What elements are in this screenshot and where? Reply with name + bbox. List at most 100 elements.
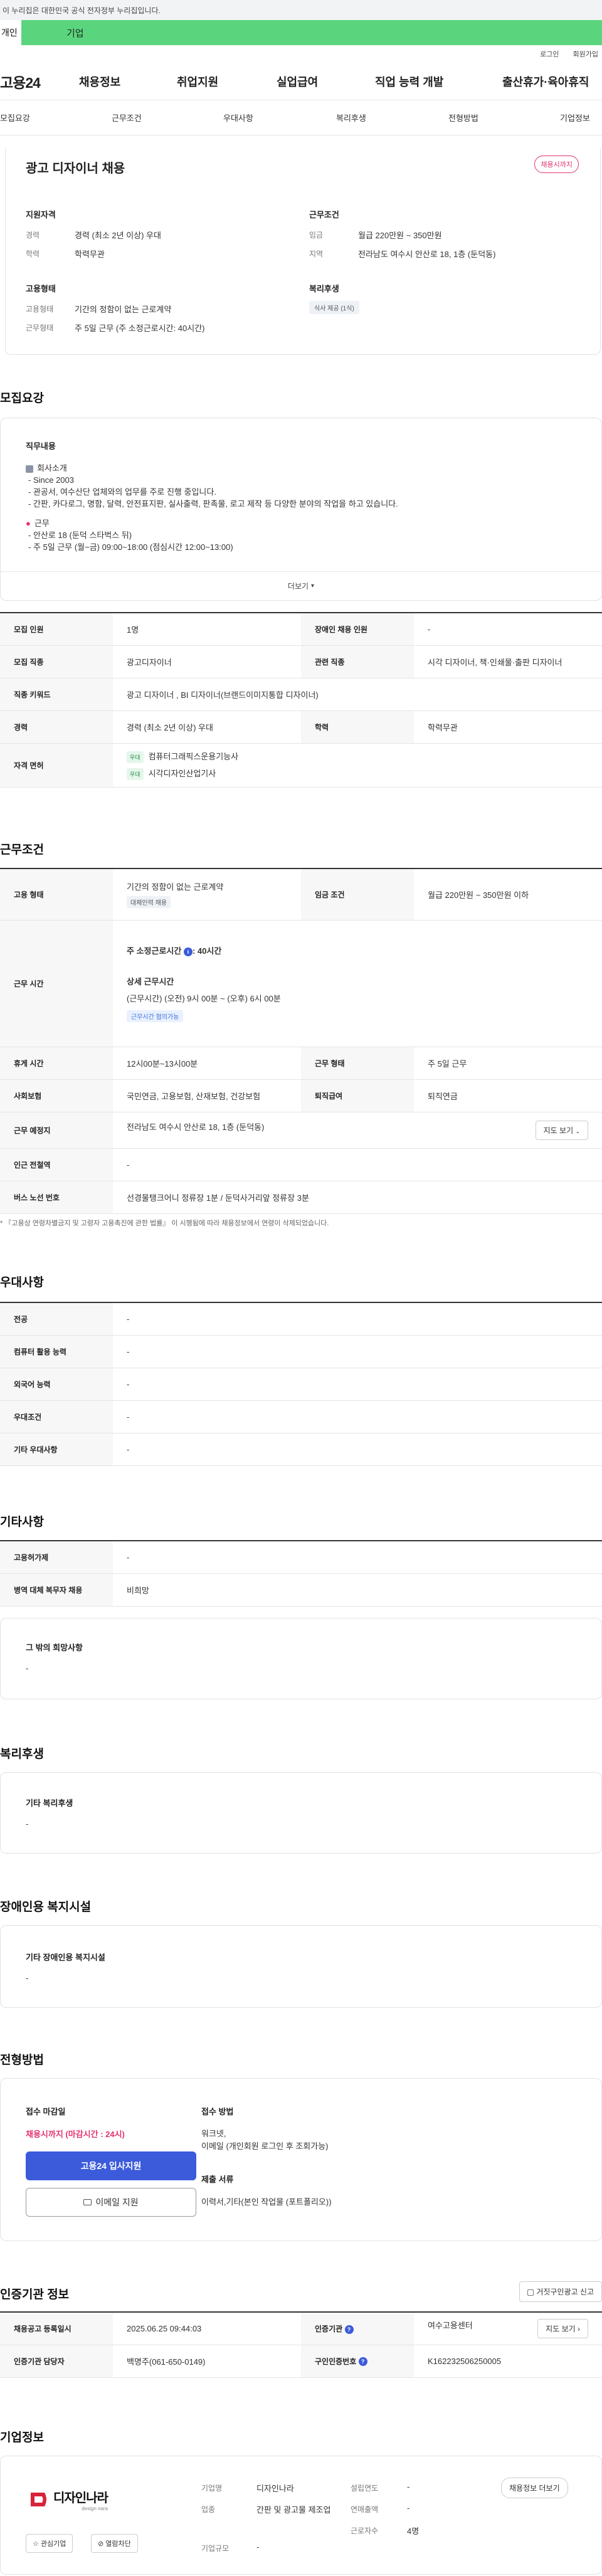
emptype-row-value: 기간의 정함이 없는 근로계약 대체인력 채용 [113, 868, 301, 921]
subnav-preference[interactable]: 우대사항 [223, 112, 253, 124]
method-head: 접수 방법 [201, 2107, 234, 2116]
gov-notice-text: 이 누리집은 대한민국 공식 전자정부 누리집입니다. [3, 6, 161, 15]
pref-label: 기타 우대사항 [0, 1433, 113, 1466]
related-value: 시각 디자이너, 책·인쇄물·출판 디자이너 [414, 645, 602, 678]
founded-label: 설립연도 [351, 2484, 379, 2493]
extra-title: 그 밖의 희망사항 [26, 1643, 83, 1652]
info-icon[interactable]: ? [358, 2357, 367, 2367]
tab-individual[interactable]: 개인 [0, 20, 21, 45]
gnb-item-job-training[interactable]: 직업 능력 개발 [375, 73, 443, 90]
report-icon [527, 2289, 534, 2296]
severance-value: 퇴직연금 [414, 1079, 602, 1112]
table-row: 인근 전철역 - [0, 1148, 602, 1181]
email-apply-button[interactable]: 이메일 지원 [26, 2188, 196, 2217]
star-icon: ☆ [33, 2540, 39, 2548]
jobs-button-label: 채용정보 더보기 [509, 2484, 560, 2493]
summary-card: 광고 디자이너 채용 채용시까지 지원자격 경력 경력 (최소 2년 이상) 우… [5, 148, 601, 355]
disabled-label: 장애인 채용 인원 [301, 613, 414, 646]
org-label: 인증기관 ? [301, 2312, 414, 2345]
wage-row-label: 임금 조건 [301, 868, 414, 921]
desc-line: - Since 2003 [28, 475, 74, 485]
emptype-value: 기간의 정함이 없는 근로계약 [75, 305, 172, 314]
table-row: 고용 형태 기간의 정함이 없는 근로계약 대체인력 채용 임금 조건 월급 2… [0, 868, 602, 921]
login-link[interactable]: 로그인 [540, 49, 559, 59]
table-row: 컴퓨터 활용 능력 - [0, 1335, 602, 1368]
table-row: 버스 노선 번호 선경물탱크어니 정류장 1분 / 둔덕사거리앞 정류장 3분 [0, 1181, 602, 1214]
global-nav: 고용24 채용정보 취업지원 실업급여 직업 능력 개발 출산휴가·육아휴직 [0, 63, 602, 100]
subnav-selection[interactable]: 전형방법 [448, 112, 478, 124]
map-button[interactable]: 지도 보기 ⌄ [535, 1120, 588, 1140]
break-value: 12시00분~13시00분 [113, 1047, 301, 1080]
gnb-item-unemployment-benefit[interactable]: 실업급여 [277, 73, 318, 90]
company-jobs-button[interactable]: 채용정보 더보기 [501, 2478, 568, 2498]
license-tag: 우대 [127, 768, 144, 780]
chevron-down-icon: ⌄ [575, 1127, 580, 1134]
disabled-card: 기타 장애인용 복지시설 - [0, 1925, 602, 2008]
apply-button[interactable]: 고용24 입사지원 [26, 2151, 196, 2180]
gnb-item-employment-support[interactable]: 취업지원 [177, 73, 218, 90]
career-row-label: 경력 [0, 710, 113, 744]
report-fake-ad-button[interactable]: 거짓구인광고 신고 [519, 2281, 602, 2302]
headcount-value: 1명 [113, 613, 301, 646]
industry-value: 간판 및 광고물 제조업 [256, 2505, 331, 2515]
block-company-button[interactable]: ⊘ 열람차단 [91, 2534, 138, 2553]
wage-label: 임금 [309, 231, 324, 240]
welfare-card-title: 기타 복리후생 [26, 1798, 73, 1808]
subnav-company[interactable]: 기업정보 [560, 112, 590, 124]
emptype-label: 고용형태 [26, 305, 54, 314]
subnav-conditions[interactable]: 근무조건 [112, 112, 142, 124]
worktype-row-label: 근무 형태 [301, 1047, 414, 1080]
map-button-label: 지도 보기 [543, 1126, 574, 1135]
top-links: 로그인 회원가입 [0, 45, 602, 63]
table-row: 모집 직종 광고디자이너 관련 직종 시각 디자이너, 책·인쇄물·출판 디자이… [0, 645, 602, 678]
company-name-label: 기업명 [201, 2484, 223, 2493]
pin-icon: ● [26, 519, 31, 528]
company-intro-head: 회사소개 [37, 463, 67, 473]
pref-label: 우대조건 [0, 1400, 113, 1433]
extra-wishes-card: 그 밖의 희망사항 - [0, 1618, 602, 1699]
org-text: 여수고용센터 [428, 2320, 473, 2330]
subnav-recruit[interactable]: 모집요강 [0, 112, 30, 124]
org-map-button[interactable]: 지도 보기 › [537, 2318, 588, 2338]
info-icon[interactable]: i [183, 947, 193, 956]
selection-card: 접수 마감일 채용시까지 (마감시간 : 24시) 고용24 입사지원 이메일 … [0, 2078, 602, 2241]
posting-label: 구인인증번호 ? [301, 2345, 414, 2378]
gnb-item-jobs[interactable]: 채용정보 [79, 73, 120, 90]
industry-label: 업종 [201, 2505, 216, 2514]
hours-value: 주 소정근로시간 i: 40시간 상세 근무시간 (근무시간) (오전) 9시 … [113, 920, 602, 1047]
gov-notice-bar: 이 누리집은 대한민국 공식 전자정부 누리집입니다. [0, 0, 602, 20]
job-title: 광고 디자이너 채용 [26, 162, 125, 176]
method-value: 워크넷, 이메일 (개인회원 로그인 후 조회가능) [201, 2128, 329, 2153]
welfare-title: 복리후생 [309, 284, 339, 293]
edu-value: 학력무관 [75, 250, 105, 259]
work-head: 근무 [34, 519, 50, 528]
mail-icon [83, 2199, 92, 2205]
company-card: 디자인나라 design nara ☆ 관심기업 ⊘ 열람차단 기업명 디자인나… [0, 2456, 602, 2575]
company-logo-text: 디자인나라 [53, 2491, 108, 2505]
founded-value: - [407, 2482, 410, 2491]
tab-business[interactable]: 기업 [21, 20, 602, 45]
info-icon[interactable]: ? [344, 2325, 354, 2334]
gnb-item-parental-leave[interactable]: 출산휴가·육아휴직 [502, 73, 589, 90]
section-title-selection: 전형방법 [0, 2054, 44, 2067]
keyword-label: 직종 키워드 [0, 678, 113, 711]
company-logo: 디자인나라 design nara [28, 2488, 108, 2511]
hours-label: 근무 시간 [0, 920, 113, 1047]
join-link[interactable]: 회원가입 [573, 49, 598, 59]
employees-label: 근로자수 [351, 2526, 379, 2535]
section-title-company: 기업정보 [0, 2431, 44, 2444]
chevron-right-icon: › [578, 2324, 580, 2333]
other-table: 고용허가제 - 병역 대체 복무자 채용 비희망 [0, 1540, 602, 1607]
favorite-company-button[interactable]: ☆ 관심기업 [26, 2534, 73, 2553]
table-row: 인증기관 담당자 백명주(061-650-0149) 구인인증번호 ? K162… [0, 2345, 602, 2378]
more-button[interactable]: 더보기 ▾ [1, 571, 601, 600]
revenue-value: - [407, 2503, 410, 2513]
subnav-welfare[interactable]: 복리후생 [336, 112, 366, 124]
site-logo[interactable]: 고용24 [0, 71, 41, 92]
pref-value: - [113, 1400, 602, 1433]
block-icon: ⊘ [98, 2540, 104, 2548]
table-row: 모집 인원 1명 장애인 채용 인원 - [0, 613, 602, 646]
place-value: 전라남도 여수시 안산로 18, 1층 (둔덕동) 지도 보기 ⌄ [113, 1112, 602, 1149]
section-title-conditions: 근무조건 [0, 843, 44, 857]
detail-hours-value: (근무시간) (오전) 9시 00분 ~ (오후) 6시 00분 [127, 994, 281, 1003]
